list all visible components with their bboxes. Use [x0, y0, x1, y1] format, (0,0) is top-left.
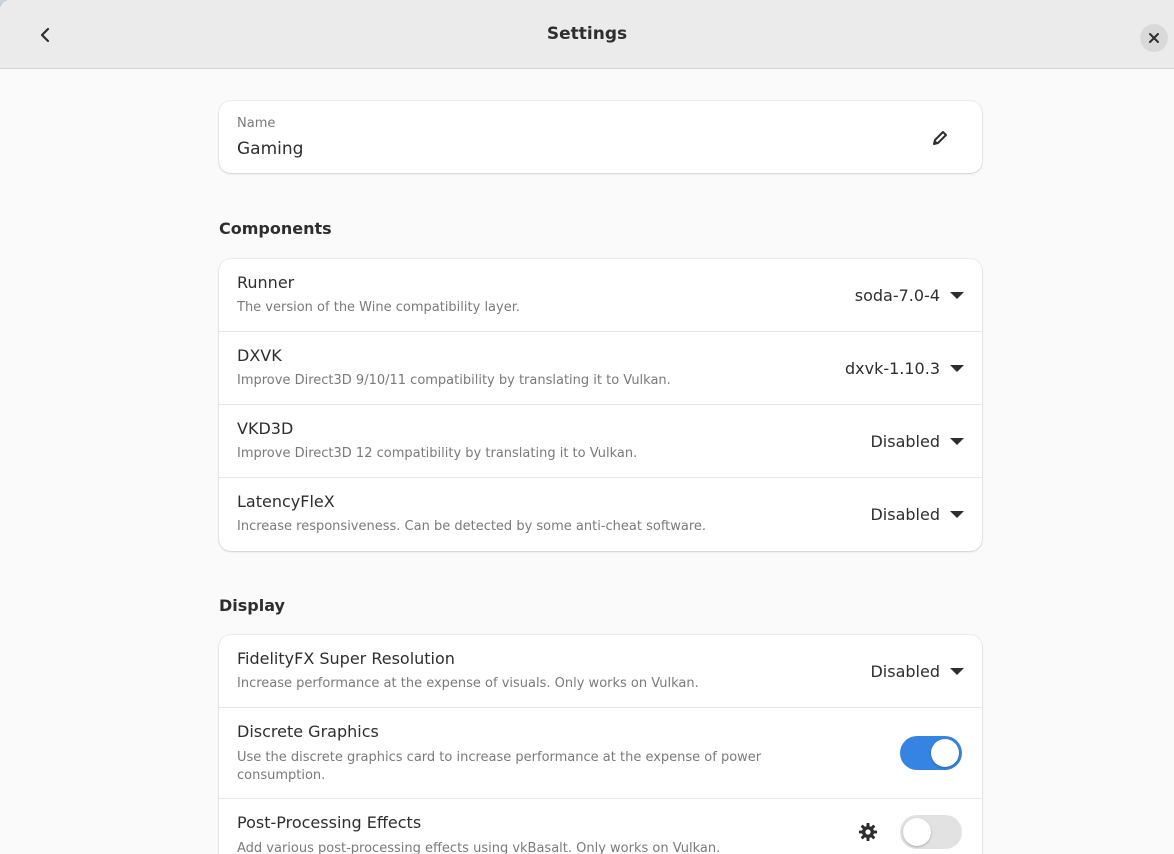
name-value[interactable]: Gaming [237, 139, 303, 159]
vkd3d-subtitle: Improve Direct3D 12 compatibility by tra… [237, 446, 638, 461]
vkd3d-title: VKD3D [237, 419, 294, 438]
components-card: Runner The version of the Wine compatibi… [219, 259, 982, 551]
dxvk-row[interactable]: DXVK Improve Direct3D 9/10/11 compatibil… [219, 332, 982, 405]
display-heading: Display [219, 596, 285, 615]
name-label: Name [237, 116, 276, 131]
post-processing-settings-button[interactable] [855, 819, 881, 845]
close-button[interactable] [1140, 24, 1168, 52]
header-bar: Settings [0, 0, 1174, 69]
post-processing-switch[interactable] [900, 815, 962, 849]
discrete-graphics-switch[interactable] [900, 736, 962, 770]
window-title: Settings [546, 24, 628, 44]
latencyflex-title: LatencyFleX [237, 492, 335, 511]
switch-knob [903, 818, 931, 846]
fsr-value: Disabled [870, 661, 940, 681]
runner-value: soda-7.0-4 [854, 285, 940, 305]
gear-icon [859, 823, 877, 841]
runner-title: Runner [237, 273, 295, 292]
dxvk-value: dxvk-1.10.3 [844, 358, 940, 378]
dropdown-arrow-icon [950, 511, 964, 518]
discrete-graphics-title: Discrete Graphics [237, 722, 379, 741]
latencyflex-row[interactable]: LatencyFleX Increase responsiveness. Can… [219, 478, 982, 551]
latencyflex-dropdown[interactable]: Disabled [870, 478, 964, 551]
switch-knob [931, 739, 959, 767]
settings-content: Name Gaming Components Runner The versio… [0, 69, 1174, 854]
fsr-subtitle: Increase performance at the expense of v… [237, 676, 699, 691]
latencyflex-subtitle: Increase responsiveness. Can be detected… [237, 519, 707, 534]
fsr-row[interactable]: FidelityFX Super Resolution Increase per… [219, 635, 982, 708]
runner-dropdown[interactable]: soda-7.0-4 [855, 259, 964, 331]
dxvk-subtitle: Improve Direct3D 9/10/11 compatibility b… [237, 373, 671, 388]
runner-row[interactable]: Runner The version of the Wine compatibi… [219, 259, 982, 332]
name-card: Name Gaming [219, 101, 982, 173]
dxvk-title: DXVK [237, 346, 282, 365]
discrete-graphics-row[interactable]: Discrete Graphics Use the discrete graph… [219, 708, 982, 799]
fsr-title: FidelityFX Super Resolution [237, 649, 455, 668]
post-processing-row[interactable]: Post-Processing Effects Add various post… [219, 799, 982, 854]
vkd3d-row[interactable]: VKD3D Improve Direct3D 12 compatibility … [219, 405, 982, 478]
post-processing-title: Post-Processing Effects [237, 813, 422, 832]
display-card: FidelityFX Super Resolution Increase per… [219, 635, 982, 854]
dropdown-arrow-icon [950, 364, 964, 372]
dropdown-arrow-icon [950, 437, 964, 445]
dxvk-dropdown[interactable]: dxvk-1.10.3 [845, 332, 964, 404]
dropdown-arrow-icon [950, 667, 964, 675]
discrete-graphics-subtitle: Use the discrete graphics card to increa… [237, 750, 762, 783]
vkd3d-dropdown[interactable]: Disabled [870, 405, 964, 477]
post-processing-subtitle: Add various post-processing effects usin… [237, 841, 721, 854]
vkd3d-value: Disabled [870, 431, 940, 451]
components-heading: Components [219, 219, 332, 238]
edit-name-button[interactable] [925, 123, 955, 153]
runner-subtitle: The version of the Wine compatibility la… [237, 300, 520, 315]
fsr-dropdown[interactable]: Disabled [870, 635, 964, 707]
close-icon [1149, 33, 1159, 43]
dropdown-arrow-icon [950, 291, 964, 299]
pencil-icon [933, 131, 947, 145]
latencyflex-value: Disabled [870, 505, 940, 524]
settings-window: Settings Name Gaming Components Runner T… [0, 0, 1174, 854]
